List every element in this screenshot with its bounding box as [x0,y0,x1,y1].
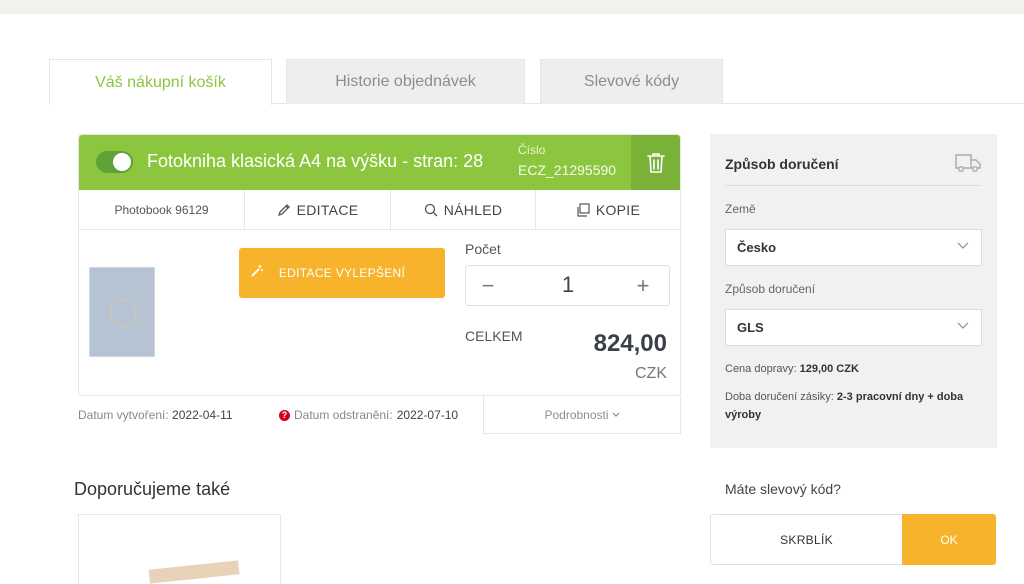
search-icon [424,203,438,216]
chevron-down-icon [957,242,969,249]
removal-date: ? Datum odstranění: 2022-07-10 [279,408,458,422]
preview-button[interactable]: NÁHLED [390,190,535,229]
delivery-method-value: GLS [737,320,764,335]
item-actions-row: Photobook 96129 EDITACE NÁHLED KOPIE [79,190,680,230]
delivery-method-select[interactable]: GLS [725,309,982,346]
edit-button[interactable]: EDITACE [244,190,390,229]
copy-label: KOPIE [595,201,641,218]
created-date: Datum vytvoření: 2022-04-11 [78,408,233,422]
country-label: Země [725,202,756,216]
country-select[interactable]: Česko [725,229,982,266]
delivery-time: Doba doručení zásiky: 2-3 pracovní dny +… [725,388,982,424]
chevron-down-icon [957,322,969,329]
product-title: Fotokniha klasická A4 na výšku - stran: … [147,151,484,171]
tab-cart[interactable]: Váš nákupní košík [49,59,272,105]
quantity-stepper: − 1 + [465,265,670,306]
promo-code-input[interactable]: SKRBLÍK [710,514,903,565]
total-label: CELKEM [465,328,523,344]
details-toggle[interactable]: Podrobnosti [483,396,681,434]
created-date-value: 2022-04-11 [172,408,233,422]
quantity-plus-button[interactable]: + [623,272,663,300]
shipping-divider [725,185,982,186]
shipping-price-label: Cena dopravy: [725,363,797,375]
shipping-title: Způsob doručení [725,156,839,172]
tab-discount-codes[interactable]: Slevové kódy [540,59,723,104]
cart-item-header: Fotokniha klasická A4 na výšku - stran: … [79,135,680,190]
removal-date-label: Datum odstranění: [294,408,393,422]
question-icon[interactable]: ? [279,409,290,421]
created-date-label: Datum vytvoření: [78,408,169,422]
promo-question: Máte slevový kód? [725,481,841,497]
shipping-price: Cena dopravy: 129,00 CZK [725,360,982,378]
magic-wand-icon [251,265,263,277]
product-code: Photobook 96129 [114,202,209,217]
details-label: Podrobnosti [544,407,609,422]
tab-order-history[interactable]: Historie objednávek [286,59,525,104]
country-value: Česko [737,240,777,255]
quantity-label: Počet [465,241,501,257]
recommended-product-image [148,560,240,584]
removal-date-value: 2022-07-10 [396,408,459,422]
item-toggle[interactable] [96,151,133,173]
shipping-panel: Způsob doručení Země Česko Způsob doruče… [710,134,997,448]
top-bar [0,0,1024,14]
trash-icon [646,152,665,173]
preview-label: NÁHLED [443,201,503,218]
total-currency: CZK [635,365,667,382]
order-number-value: ECZ_21295590 [518,162,617,178]
order-number-label: Číslo [518,143,546,157]
edit-label: EDITACE [296,201,359,218]
chevron-down-icon [612,412,619,417]
recommend-title: Doporučujeme také [74,479,231,499]
shipping-price-value: 129,00 CZK [799,363,859,375]
copy-button[interactable]: KOPIE [535,190,680,229]
quantity-value[interactable]: 1 [548,272,588,298]
enhance-edit-label: EDITACE VYLEPŠENÍ [278,266,406,280]
copy-icon [577,202,590,217]
truck-icon [955,154,981,172]
delivery-method-label: Způsob doručení [725,282,816,296]
product-thumbnail[interactable] [89,267,155,357]
cart-tabs: Váš nákupní košík Historie objednávek Sl… [49,59,1024,105]
cart-item-card: Fotokniha klasická A4 na výšku - stran: … [78,134,681,396]
promo-ok-button[interactable]: OK [902,514,996,565]
delivery-time-label: Doba doručení zásiky: [725,391,834,403]
total-price: 824,00 [593,330,667,357]
pencil-icon [277,203,290,216]
quantity-minus-button[interactable]: − [468,272,508,300]
enhance-edit-button[interactable]: EDITACE VYLEPŠENÍ [239,248,445,298]
delete-button[interactable] [631,135,680,190]
hexagon-icon [110,298,136,328]
toggle-knob [113,153,131,171]
